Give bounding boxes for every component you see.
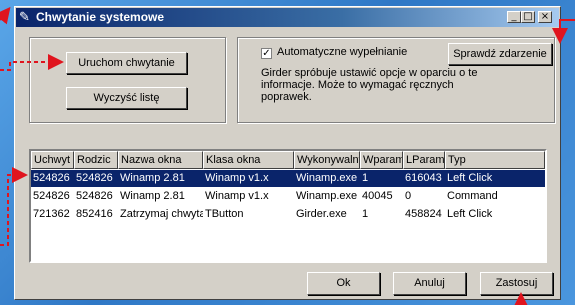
start-capture-button[interactable]: Uruchom chwytanie bbox=[66, 52, 187, 74]
table-cell: Girder.exe bbox=[296, 208, 347, 220]
table-cell: 524826 bbox=[33, 172, 70, 184]
autofill-label: Automatyczne wypełnianie bbox=[277, 46, 408, 58]
column-header[interactable]: Typ bbox=[445, 151, 545, 169]
column-header[interactable]: Wykonywalny bbox=[294, 151, 360, 169]
table-cell: Left Click bbox=[447, 208, 493, 220]
table-cell: 1 bbox=[362, 172, 369, 184]
cancel-button[interactable]: Anuluj bbox=[393, 272, 466, 295]
table-row[interactable]: 524826 524826 Winamp 2.81 Winamp v1.x Wi… bbox=[31, 188, 545, 205]
table-row[interactable]: 721362 852416 Zatrzymaj chwytanie TButto… bbox=[31, 206, 545, 223]
table-cell: 721362 bbox=[33, 208, 70, 220]
capture-list[interactable]: Uchwyt Rodzic Nazwa okna Klasa okna Wyko… bbox=[29, 149, 547, 263]
table-cell: Winamp v1.x bbox=[205, 172, 269, 184]
autofill-checkbox[interactable]: ✓ bbox=[261, 48, 272, 59]
table-row[interactable]: 524826 524826 Winamp 2.81 Winamp v1.x Wi… bbox=[31, 170, 545, 187]
window-title: Chwytanie systemowe bbox=[36, 10, 165, 24]
table-cell: 524826 bbox=[76, 172, 113, 184]
table-cell: 524826 bbox=[76, 190, 113, 202]
table-cell: 524826 bbox=[33, 190, 70, 202]
minimize-button[interactable]: _ bbox=[507, 11, 521, 23]
clear-list-button[interactable]: Wyczyść listę bbox=[66, 87, 187, 109]
column-header[interactable]: Klasa okna bbox=[203, 151, 294, 169]
maximize-button[interactable]: □ bbox=[521, 11, 535, 23]
table-cell: Command bbox=[447, 190, 498, 202]
table-cell: Winamp 2.81 bbox=[120, 172, 185, 184]
pencil-icon: ✎ bbox=[19, 9, 30, 24]
table-cell: 616043 bbox=[405, 172, 442, 184]
capture-controls-group bbox=[29, 37, 226, 123]
capture-dialog: ✎ Chwytanie systemowe _ □ × Uruchom chwy… bbox=[14, 6, 561, 300]
column-header[interactable]: Wparam bbox=[360, 151, 403, 169]
table-cell: TButton bbox=[205, 208, 244, 220]
table-cell: 0 bbox=[405, 190, 412, 202]
column-header[interactable]: Uchwyt bbox=[31, 151, 74, 169]
autofill-description: Girder spróbuje ustawić opcje w oparciu … bbox=[261, 67, 478, 103]
table-cell: Winamp 2.81 bbox=[120, 190, 185, 202]
table-cell: 852416 bbox=[76, 208, 113, 220]
table-cell: Zatrzymaj chwytanie bbox=[120, 208, 203, 220]
column-header[interactable]: LParam bbox=[403, 151, 445, 169]
close-button[interactable]: × bbox=[538, 11, 552, 23]
column-header[interactable]: Nazwa okna bbox=[118, 151, 203, 169]
title-bar[interactable]: ✎ Chwytanie systemowe _ □ × bbox=[16, 8, 559, 27]
column-header[interactable]: Rodzic bbox=[74, 151, 118, 169]
table-cell: Winamp.exe bbox=[296, 190, 358, 202]
check-event-button[interactable]: Sprawdź zdarzenie bbox=[448, 43, 552, 65]
table-cell: 458824 bbox=[405, 208, 442, 220]
table-cell: Winamp v1.x bbox=[205, 190, 269, 202]
checkmark-icon: ✓ bbox=[262, 48, 271, 59]
table-cell: Winamp.exe bbox=[296, 172, 358, 184]
table-cell: 1 bbox=[362, 208, 369, 220]
table-cell: Left Click bbox=[447, 172, 493, 184]
apply-button[interactable]: Zastosuj bbox=[480, 272, 553, 295]
table-cell: 40045 bbox=[362, 190, 393, 202]
ok-button[interactable]: Ok bbox=[307, 272, 380, 295]
